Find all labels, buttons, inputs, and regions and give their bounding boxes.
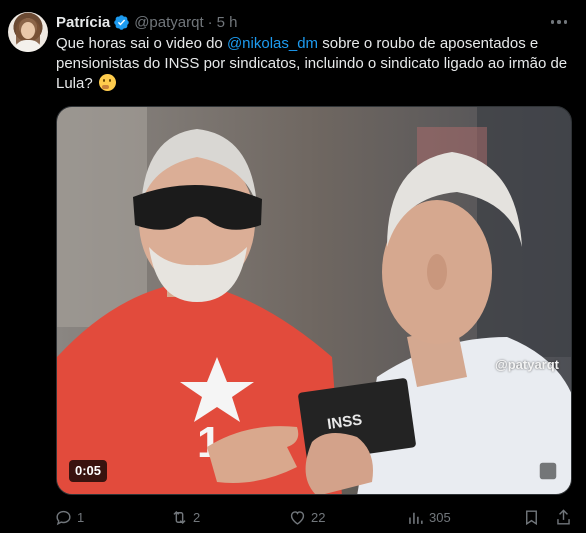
video-duration: 0:05	[69, 460, 108, 482]
author-name[interactable]: Patrícia	[56, 14, 110, 31]
more-dot	[563, 20, 568, 24]
share-icon	[557, 508, 570, 525]
fullscreen-icon[interactable]	[537, 460, 559, 482]
timestamp[interactable]: 5 h	[217, 14, 238, 31]
avatar[interactable]	[8, 12, 48, 52]
avatar-face	[21, 22, 35, 39]
building-right	[477, 107, 571, 357]
like-count: 22	[311, 509, 326, 525]
more-dot	[557, 20, 561, 24]
reply-count: 1	[77, 509, 85, 525]
video-watermark: @patyarqt	[495, 357, 559, 372]
views-count: 305	[429, 509, 451, 525]
repost-button[interactable]: 2	[170, 505, 200, 529]
reply-icon	[56, 510, 71, 525]
mention-link[interactable]: @nikolas_dm	[227, 35, 318, 52]
separator-dot: ·	[207, 13, 213, 31]
video-player[interactable]: 1 INSS @patyarqt 0:05	[56, 106, 572, 495]
repost-count: 2	[193, 509, 201, 525]
heart-icon	[290, 510, 305, 525]
more-options-icon[interactable]	[548, 12, 570, 32]
bookmark-icon	[526, 509, 537, 525]
views-button[interactable]: 305	[406, 505, 451, 529]
tweet-header: Patrícia @patyarqt · 5 h	[56, 12, 238, 32]
thinking-face-emoji-icon	[98, 74, 116, 91]
tweet-text: Que horas sai o video do @nikolas_dm sob…	[56, 34, 576, 94]
verified-badge-icon	[114, 14, 129, 30]
views-icon	[409, 512, 423, 524]
tweet-text-start: Que horas sai o video do	[56, 35, 227, 52]
like-button[interactable]: 22	[288, 505, 325, 529]
video-frame: 1 INSS	[57, 107, 571, 494]
more-dot	[550, 20, 555, 24]
share-button[interactable]	[554, 505, 577, 529]
reply-button[interactable]: 1	[54, 505, 84, 529]
repost-icon	[173, 510, 186, 524]
author-handle[interactable]: @patyarqt	[134, 14, 203, 31]
bookmark-button[interactable]	[522, 505, 545, 529]
tweet[interactable]: Patrícia @patyarqt · 5 h Que horas sai o…	[0, 0, 586, 533]
right-man-ear	[427, 254, 447, 290]
action-bar: 1 2 22 305	[46, 505, 576, 529]
building-left	[57, 107, 147, 327]
